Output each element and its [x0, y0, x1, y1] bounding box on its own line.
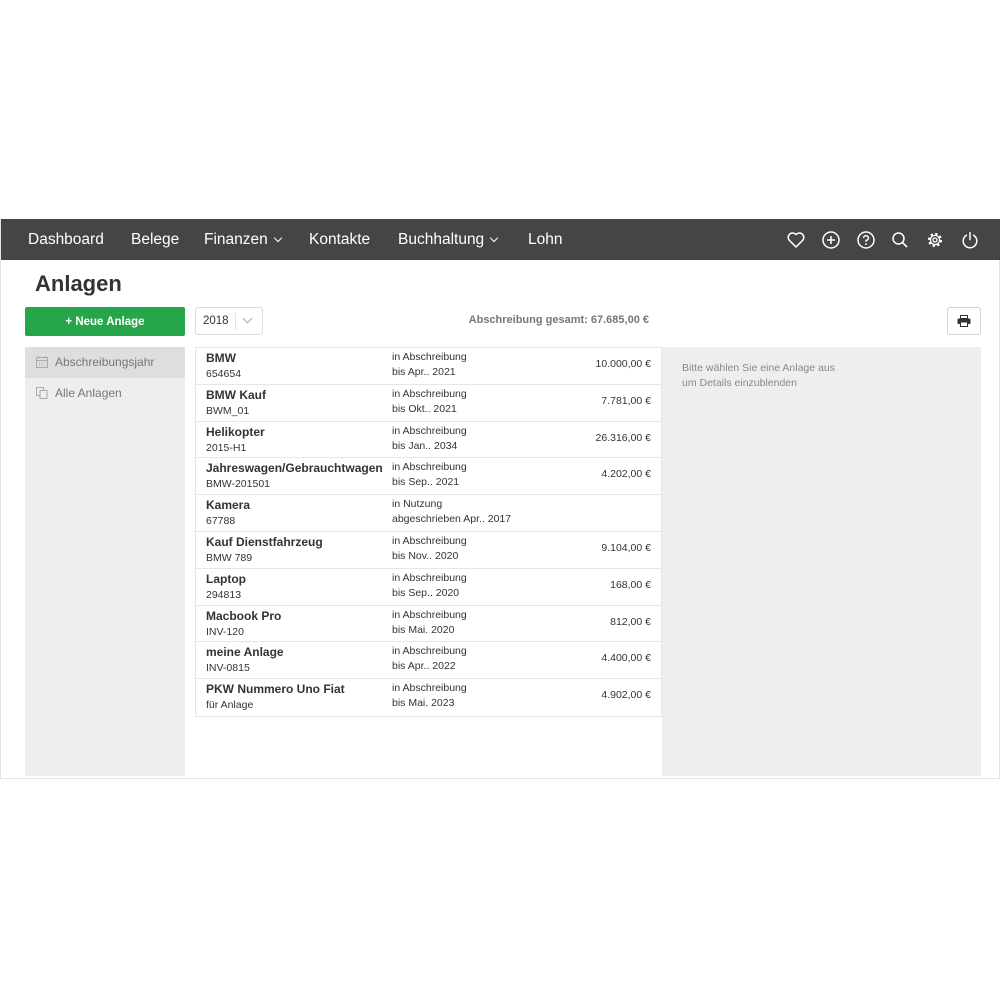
- power-icon[interactable]: [960, 230, 980, 250]
- chevron-down-icon: [489, 233, 499, 243]
- copy-icon: [36, 387, 48, 399]
- print-button[interactable]: [947, 307, 981, 335]
- nav-kontakte[interactable]: Kontakte: [309, 219, 370, 260]
- asset-amount: 10.000,00 €: [595, 358, 651, 370]
- sidebar-item-depreciation-year[interactable]: Abschreibungsjahr: [25, 347, 185, 378]
- sidebar-item-label: Alle Anlagen: [55, 386, 122, 400]
- asset-code: 2015-H1: [206, 441, 247, 454]
- asset-row[interactable]: PKW Nummero Uno Fiat für Anlage in Abschre…: [196, 679, 661, 716]
- asset-name: Jahreswagen/Gebrauchtwagen: [206, 461, 383, 476]
- asset-status: in Abschreibung: [392, 461, 467, 474]
- select-divider: [235, 313, 236, 330]
- asset-status-detail: abgeschrieben Apr.. 2017: [392, 513, 512, 526]
- chevron-down-icon: [242, 313, 253, 324]
- page-title: Anlagen: [35, 271, 122, 296]
- asset-amount: 812,00 €: [610, 615, 651, 628]
- details-panel: Bitte wählen Sie eine Anlage aus um Deta…: [662, 347, 981, 776]
- heart-icon[interactable]: [786, 230, 806, 250]
- asset-code: INV-120: [206, 625, 244, 638]
- details-hint: Bitte wählen Sie eine Anlage aus um Deta…: [682, 362, 835, 389]
- asset-status: in Abschreibung: [392, 351, 467, 363]
- asset-name: Helikopter: [206, 424, 265, 439]
- calendar-icon: [36, 356, 48, 368]
- asset-amount: 4.902,00 €: [601, 689, 651, 702]
- asset-status: in Abschreibung: [392, 645, 467, 658]
- asset-amount: 26.316,00 €: [595, 431, 651, 444]
- plus-circle-icon[interactable]: [821, 230, 841, 250]
- asset-row[interactable]: Macbook Pro INV-120 in Abschreibung bis Mai…: [196, 605, 661, 643]
- asset-status: in Abschreibung: [392, 608, 467, 621]
- asset-row[interactable]: Kauf Dienstfahrzeug BMW 789 in Abschreibun…: [196, 531, 661, 569]
- asset-row[interactable]: meine Anlage INV-0815 in Abschreibung bis A…: [196, 642, 661, 680]
- asset-row[interactable]: Jahreswagen/Gebrauchtwagen BMW-201501 in A…: [196, 458, 661, 496]
- asset-name: Macbook Pro: [206, 608, 282, 623]
- asset-name: PKW Nummero Uno Fiat: [206, 682, 345, 697]
- nav-belege[interactable]: Belege: [131, 219, 179, 260]
- asset-status: in Abschreibung: [392, 387, 467, 400]
- asset-amount: 4.400,00 €: [601, 652, 651, 665]
- asset-code: BMW-201501: [206, 478, 271, 491]
- new-asset-button[interactable]: + Neue Anlage: [25, 307, 185, 336]
- asset-name: Kauf Dienstfahrzeug: [206, 534, 323, 549]
- help-circle-icon[interactable]: [856, 230, 876, 250]
- printer-icon: [957, 315, 971, 327]
- asset-code: 654654: [206, 368, 242, 380]
- asset-name: Laptop: [206, 571, 246, 586]
- asset-name: BMW: [206, 351, 236, 365]
- top-navigation: Dashboard Belege Finanzen Kontakte Buchh…: [1, 219, 1000, 260]
- asset-row[interactable]: Laptop 294813 in Abschreibung bis Sep.. 202…: [196, 568, 661, 606]
- sidebar-item-all-assets[interactable]: Alle Anlagen: [25, 378, 185, 409]
- chevron-down-icon: [273, 233, 283, 243]
- asset-amount: 4.202,00 €: [601, 468, 651, 481]
- nav-lohn[interactable]: Lohn: [528, 219, 562, 260]
- depreciation-total: Abschreibung gesamt: 67.685,00 €: [468, 314, 649, 326]
- asset-name: Kamera: [206, 498, 251, 513]
- asset-status: in Nutzung: [392, 498, 443, 511]
- asset-status-detail: bis Apr.. 2021: [392, 366, 456, 378]
- asset-amount: 168,00 €: [610, 578, 651, 591]
- asset-amount: 9.104,00 €: [601, 541, 651, 554]
- asset-status: in Abschreibung: [392, 534, 467, 547]
- asset-row[interactable]: BMW 654654 in Abschreibung bis Apr.. 2021 10…: [196, 348, 661, 385]
- asset-status-detail: bis Nov.. 2020: [392, 549, 459, 562]
- asset-status-detail: bis Jan.. 2034: [392, 439, 458, 452]
- asset-name: meine Anlage: [206, 645, 284, 660]
- year-select[interactable]: 2018: [195, 307, 263, 335]
- asset-code: BWM_01: [206, 404, 250, 417]
- gear-icon[interactable]: [925, 230, 945, 250]
- asset-code: 294813: [206, 588, 242, 601]
- asset-row[interactable]: Helikopter 2015-H1 in Abschreibung bis Jan.…: [196, 421, 661, 459]
- nav-dashboard[interactable]: Dashboard: [28, 219, 104, 260]
- asset-status-detail: bis Mai. 2020: [392, 623, 455, 636]
- asset-status: in Abschreibung: [392, 571, 467, 584]
- asset-status-detail: bis Okt.. 2021: [392, 402, 457, 415]
- asset-code: für Anlage: [206, 699, 254, 712]
- asset-name: BMW Kauf: [206, 387, 266, 402]
- asset-code: INV-0815: [206, 662, 250, 675]
- asset-status: in Abschreibung: [392, 424, 467, 437]
- search-icon[interactable]: [890, 230, 910, 250]
- asset-status-detail: bis Mai. 2023: [392, 697, 455, 710]
- sidebar-item-label: Abschreibungsjahr: [55, 355, 155, 369]
- nav-buchhaltung[interactable]: Buchhaltung: [398, 219, 499, 260]
- asset-list: BMW 654654 in Abschreibung bis Apr.. 2021 10…: [195, 347, 662, 717]
- asset-amount: 7.781,00 €: [601, 394, 651, 407]
- year-select-value: 2018: [203, 315, 229, 327]
- asset-code: BMW 789: [206, 551, 253, 564]
- sidebar: Abschreibungsjahr Alle Anlagen: [25, 347, 185, 776]
- asset-row[interactable]: Kamera 67788 in Nutzung abgeschrieben Apr..…: [196, 495, 661, 532]
- nav-finanzen[interactable]: Finanzen: [204, 219, 283, 260]
- asset-status-detail: bis Apr.. 2022: [392, 660, 456, 673]
- asset-status-detail: bis Sep.. 2020: [392, 586, 460, 599]
- asset-status: in Abschreibung: [392, 682, 467, 695]
- app-window: Dashboard Belege Finanzen Kontakte Buchh…: [0, 219, 1000, 779]
- asset-status-detail: bis Sep.. 2021: [392, 476, 460, 489]
- asset-row[interactable]: BMW Kauf BWM_01 in Abschreibung bis Okt.. 2…: [196, 384, 661, 422]
- asset-code: 67788: [206, 515, 236, 528]
